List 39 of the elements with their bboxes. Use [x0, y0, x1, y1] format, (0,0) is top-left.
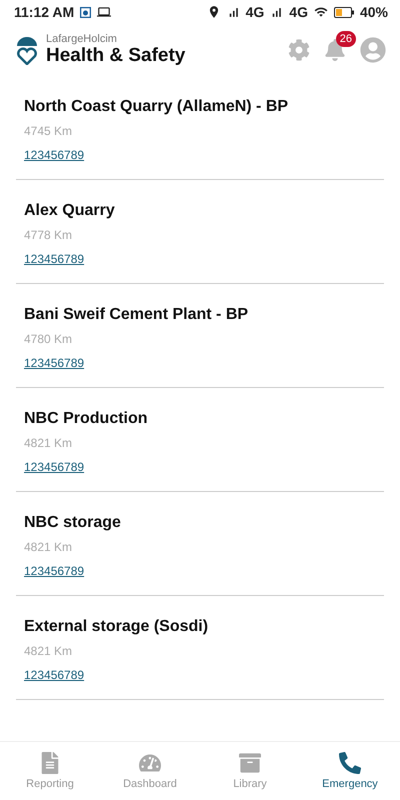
battery-level: 40% [360, 4, 388, 20]
gauge-icon [139, 752, 161, 774]
site-name: Alex Quarry [24, 202, 116, 220]
phone-link[interactable]: 123456789 [24, 356, 84, 370]
site-name: NBC storage [24, 514, 122, 532]
network-type: 4G [289, 4, 308, 20]
site-distance: 4821 Km [24, 436, 74, 450]
site-name: North Coast Quarry (AllameN) - BP [24, 98, 290, 116]
avatar-icon[interactable] [360, 37, 386, 63]
site-name: NBC Production [24, 410, 149, 428]
site-distance: 4780 Km [24, 332, 74, 346]
site-distance: 4745 Km [24, 124, 74, 138]
archive-icon [239, 752, 261, 774]
phone-link[interactable]: 123456789 [24, 148, 84, 162]
phone-link[interactable]: 123456789 [24, 252, 84, 266]
nav-tab[interactable]: Emergency [300, 742, 400, 800]
phone-link[interactable]: 123456789 [24, 564, 84, 578]
signal-icon [270, 6, 284, 18]
site-distance: 4821 Km [24, 540, 74, 554]
site-name: External storage (Sosdi) [24, 618, 210, 636]
network-type: 4G [246, 4, 264, 20]
logo-drawing [16, 35, 38, 65]
site-name: Bani Sweif Cement Plant - BP [24, 306, 250, 324]
battery-icon [334, 6, 354, 18]
notification-icon [80, 6, 92, 18]
document-icon [39, 752, 61, 774]
wifi-icon [314, 5, 328, 19]
phone-link[interactable]: 123456789 [24, 460, 84, 474]
laptop-icon [97, 5, 112, 19]
site-distance: 4821 Km [24, 644, 74, 658]
clock-time: 11:12 AM [14, 4, 74, 20]
site-distance: 4778 Km [24, 228, 74, 242]
settings-icon[interactable] [288, 39, 310, 61]
phone-link[interactable]: 123456789 [24, 668, 84, 682]
signal-icon [226, 6, 240, 18]
brand-name: LafargeHolcim [46, 33, 118, 45]
notification-badge: 26 [336, 31, 356, 47]
phone-icon [339, 752, 361, 774]
app-title: Health & Safety [46, 45, 186, 67]
